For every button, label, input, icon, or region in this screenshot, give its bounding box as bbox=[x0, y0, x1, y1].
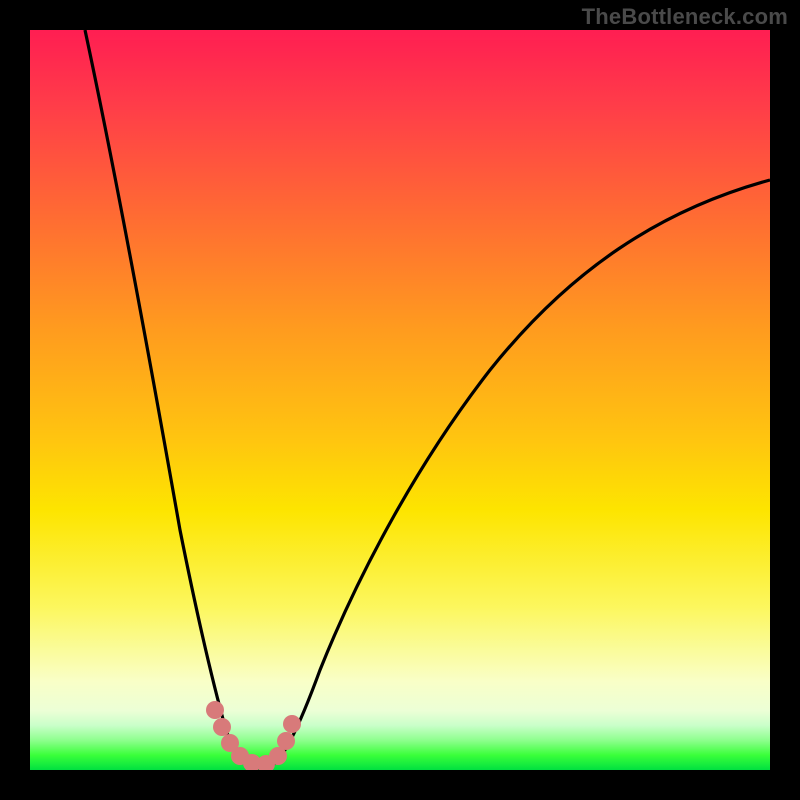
bottleneck-curve-left bbox=[85, 30, 252, 768]
chart-frame: TheBottleneck.com bbox=[0, 0, 800, 800]
bottleneck-curve-right bbox=[268, 180, 770, 768]
curve-overlay bbox=[30, 30, 770, 770]
watermark-text: TheBottleneck.com bbox=[582, 4, 788, 30]
highlight-markers bbox=[206, 701, 301, 770]
plot-area bbox=[30, 30, 770, 770]
